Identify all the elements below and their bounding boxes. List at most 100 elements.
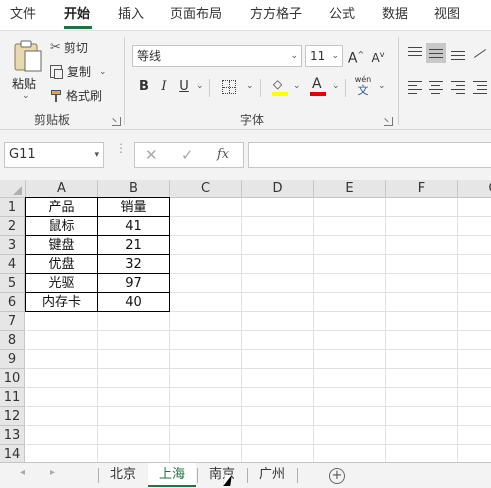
- formula-input[interactable]: [248, 142, 491, 168]
- tab-data[interactable]: 数据: [382, 0, 408, 30]
- cell-c7[interactable]: [170, 312, 242, 331]
- align-left-icon[interactable]: [405, 77, 425, 97]
- cell-a6[interactable]: 内存卡: [25, 292, 98, 312]
- chevron-down-icon[interactable]: ⌄: [196, 81, 204, 91]
- border-icon[interactable]: [222, 80, 236, 94]
- cell-g7[interactable]: [458, 312, 491, 331]
- cell-f4[interactable]: [386, 255, 458, 274]
- cell-f6[interactable]: [386, 293, 458, 312]
- tab-formulas[interactable]: 公式: [329, 0, 355, 30]
- cell-a3[interactable]: 键盘: [25, 235, 98, 255]
- align-top-icon[interactable]: [405, 43, 425, 63]
- cell-e9[interactable]: [314, 350, 386, 369]
- cell-f2[interactable]: [386, 217, 458, 236]
- cancel-icon[interactable]: ✕: [145, 146, 158, 164]
- cell-e1[interactable]: [314, 198, 386, 217]
- cell-g1[interactable]: [458, 198, 491, 217]
- row-header-11[interactable]: 11: [0, 388, 25, 407]
- column-header-d[interactable]: D: [242, 180, 314, 198]
- cell-b14[interactable]: [98, 445, 170, 462]
- cell-g10[interactable]: [458, 369, 491, 388]
- tab-view[interactable]: 视图: [434, 0, 460, 30]
- tab-page-layout[interactable]: 页面布局: [170, 0, 222, 30]
- cell-a7[interactable]: [26, 312, 98, 331]
- row-header-1[interactable]: 1: [0, 198, 25, 217]
- row-header-8[interactable]: 8: [0, 331, 25, 350]
- tab-insert[interactable]: 插入: [118, 0, 144, 30]
- row-header-9[interactable]: 9: [0, 350, 25, 369]
- cell-b7[interactable]: [98, 312, 170, 331]
- cell-c3[interactable]: [170, 236, 242, 255]
- cell-f5[interactable]: [386, 274, 458, 293]
- confirm-icon[interactable]: ✓: [181, 146, 194, 164]
- cell-a4[interactable]: 优盘: [25, 254, 98, 274]
- orientation-icon[interactable]: [470, 43, 490, 63]
- row-header-13[interactable]: 13: [0, 426, 25, 445]
- row-header-7[interactable]: 7: [0, 312, 25, 331]
- cell-f14[interactable]: [386, 445, 458, 462]
- sheet-tab-shanghai[interactable]: 上海: [148, 463, 196, 487]
- cell-a8[interactable]: [26, 331, 98, 350]
- cell-f10[interactable]: [386, 369, 458, 388]
- scroll-right-icon[interactable]: ▸: [50, 467, 55, 478]
- cell-d7[interactable]: [242, 312, 314, 331]
- cell-c6[interactable]: [170, 293, 242, 312]
- cell-b11[interactable]: [98, 388, 170, 407]
- cell-c12[interactable]: [170, 407, 242, 426]
- cell-a1[interactable]: 产品: [25, 197, 98, 217]
- cell-d1[interactable]: [242, 198, 314, 217]
- cell-f7[interactable]: [386, 312, 458, 331]
- row-header-3[interactable]: 3: [0, 236, 25, 255]
- row-header-6[interactable]: 6: [0, 293, 25, 312]
- cell-f11[interactable]: [386, 388, 458, 407]
- column-header-f[interactable]: F: [386, 180, 458, 198]
- worksheet-grid[interactable]: A B C D E F G 1产品销量2鼠标413键盘214优盘325光驱976…: [0, 180, 491, 462]
- column-header-e[interactable]: E: [314, 180, 386, 198]
- row-header-5[interactable]: 5: [0, 274, 25, 293]
- cell-e12[interactable]: [314, 407, 386, 426]
- sheet-tab-guangzhou[interactable]: 广州: [249, 463, 295, 487]
- chevron-down-icon[interactable]: ⌄: [378, 81, 386, 91]
- align-middle-icon[interactable]: [426, 43, 446, 63]
- cell-d13[interactable]: [242, 426, 314, 445]
- cell-f13[interactable]: [386, 426, 458, 445]
- cell-g13[interactable]: [458, 426, 491, 445]
- cell-c4[interactable]: [170, 255, 242, 274]
- name-box[interactable]: G11 ▾: [4, 142, 104, 168]
- cell-g14[interactable]: [458, 445, 491, 462]
- cell-f3[interactable]: [386, 236, 458, 255]
- row-header-12[interactable]: 12: [0, 407, 25, 426]
- cell-c11[interactable]: [170, 388, 242, 407]
- cell-g4[interactable]: [458, 255, 491, 274]
- cell-g2[interactable]: [458, 217, 491, 236]
- cell-f9[interactable]: [386, 350, 458, 369]
- bold-button[interactable]: B: [134, 77, 154, 97]
- cell-b12[interactable]: [98, 407, 170, 426]
- cell-b9[interactable]: [98, 350, 170, 369]
- indent-icon[interactable]: [470, 77, 490, 97]
- clipboard-launcher-icon[interactable]: [112, 117, 121, 126]
- row-header-2[interactable]: 2: [0, 217, 25, 236]
- chevron-down-icon[interactable]: ⌄: [293, 81, 301, 91]
- more-options-icon[interactable]: ⋮: [115, 142, 127, 162]
- cell-e2[interactable]: [314, 217, 386, 236]
- font-launcher-icon[interactable]: [384, 117, 393, 126]
- row-header-4[interactable]: 4: [0, 255, 25, 274]
- cell-g3[interactable]: [458, 236, 491, 255]
- underline-button[interactable]: U: [174, 77, 194, 97]
- cell-c8[interactable]: [170, 331, 242, 350]
- italic-button[interactable]: I: [154, 77, 174, 97]
- font-color-button[interactable]: A: [308, 76, 328, 97]
- cell-a9[interactable]: [26, 350, 98, 369]
- cell-e14[interactable]: [314, 445, 386, 462]
- font-name-select[interactable]: 等线 ⌄: [132, 45, 302, 67]
- cell-g8[interactable]: [458, 331, 491, 350]
- cell-e6[interactable]: [314, 293, 386, 312]
- cell-c5[interactable]: [170, 274, 242, 293]
- column-header-c[interactable]: C: [170, 180, 242, 198]
- cell-f12[interactable]: [386, 407, 458, 426]
- copy-button[interactable]: 复制 ⌄: [50, 63, 107, 80]
- cell-c9[interactable]: [170, 350, 242, 369]
- cut-button[interactable]: ✂ 剪切: [50, 39, 88, 56]
- cell-d4[interactable]: [242, 255, 314, 274]
